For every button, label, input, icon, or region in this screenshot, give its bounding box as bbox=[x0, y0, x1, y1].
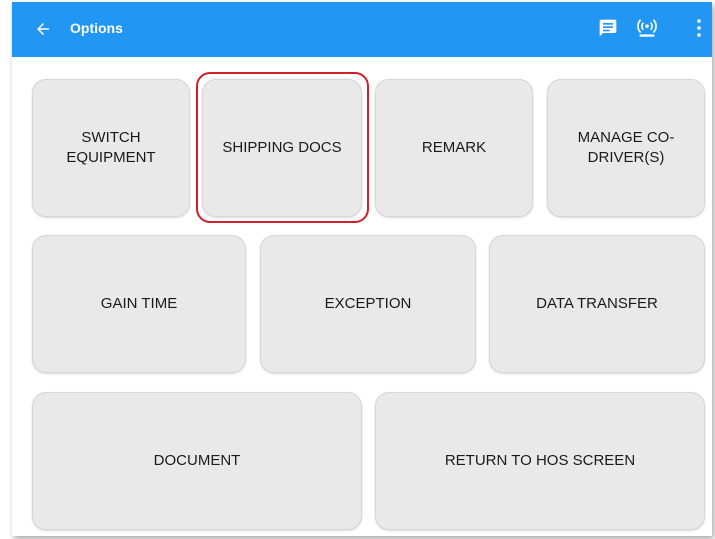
page-title: Options bbox=[70, 20, 123, 36]
switch-equipment-label-line1: SWITCH bbox=[81, 129, 141, 146]
switch-equipment-button[interactable]: SWITCH EQUIPMENT bbox=[32, 79, 190, 217]
switch-equipment-label-line2: EQUIPMENT bbox=[66, 149, 156, 166]
exception-label: EXCEPTION bbox=[324, 295, 412, 312]
remark-button[interactable]: REMARK bbox=[375, 79, 533, 217]
app-bar: Options bbox=[12, 2, 712, 57]
options-screen: Options SWITCH EQUIPMENT SHIPPING DOCS R… bbox=[12, 2, 712, 536]
manage-co-driver-label-line2: DRIVER(S) bbox=[587, 149, 665, 166]
document-label: DOCUMENT bbox=[153, 452, 241, 469]
message-icon[interactable] bbox=[598, 18, 618, 38]
return-to-hos-button[interactable]: RETURN TO HOS SCREEN bbox=[375, 392, 705, 530]
data-transfer-button[interactable]: DATA TRANSFER bbox=[489, 235, 705, 373]
data-transfer-label: DATA TRANSFER bbox=[536, 295, 658, 312]
options-grid: SWITCH EQUIPMENT SHIPPING DOCS REMARK MA… bbox=[12, 57, 712, 536]
arrow-left-icon[interactable] bbox=[34, 20, 52, 38]
gain-time-label: GAIN TIME bbox=[100, 295, 178, 312]
shipping-docs-button[interactable]: SHIPPING DOCS bbox=[202, 79, 362, 217]
remark-label: REMARK bbox=[421, 139, 487, 156]
wireless-signal-icon[interactable] bbox=[635, 17, 659, 39]
exception-button[interactable]: EXCEPTION bbox=[260, 235, 476, 373]
manage-co-driver-button[interactable]: MANAGE CO- DRIVER(S) bbox=[547, 79, 705, 217]
shipping-docs-label: SHIPPING DOCS bbox=[222, 139, 342, 156]
manage-co-driver-label-line1: MANAGE CO- bbox=[577, 129, 675, 146]
more-vert-icon[interactable] bbox=[696, 18, 702, 38]
document-button[interactable]: DOCUMENT bbox=[32, 392, 362, 530]
return-to-hos-label: RETURN TO HOS SCREEN bbox=[444, 452, 636, 469]
gain-time-button[interactable]: GAIN TIME bbox=[32, 235, 246, 373]
